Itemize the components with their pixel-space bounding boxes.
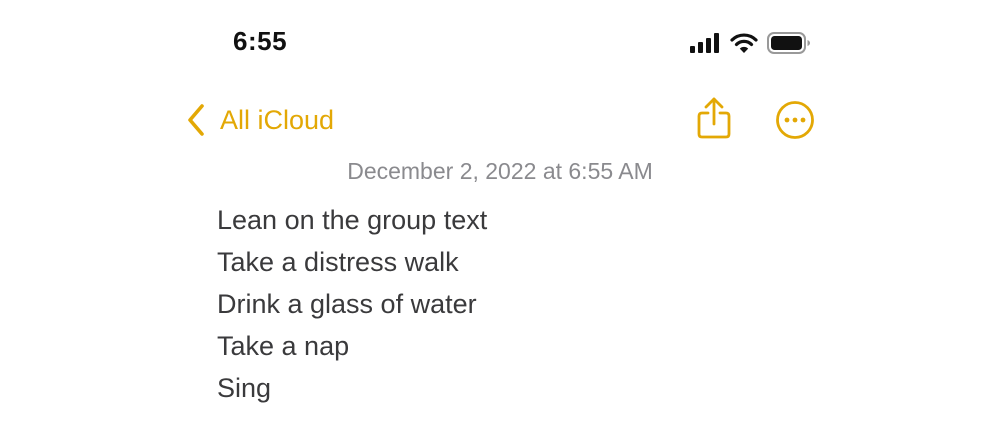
battery-icon [767, 32, 810, 54]
share-icon [697, 97, 731, 139]
status-icons [690, 30, 811, 56]
back-button[interactable]: All iCloud [186, 100, 334, 140]
note-line[interactable]: Lean on the group text [217, 199, 487, 241]
note-line[interactable]: Drink a glass of water [217, 283, 487, 325]
cellular-signal-icon [690, 33, 719, 53]
more-button[interactable] [775, 100, 815, 140]
note-date: December 2, 2022 at 6:55 AM [347, 158, 653, 184]
share-button[interactable] [696, 96, 732, 140]
back-button-label: All iCloud [220, 104, 335, 135]
wifi-icon [730, 32, 758, 53]
status-time: 6:55 [233, 26, 288, 56]
note-body[interactable]: Lean on the group text Take a distress w… [217, 199, 487, 409]
chevron-left-icon [188, 104, 204, 136]
note-line[interactable]: Sing [217, 367, 487, 409]
note-line[interactable]: Take a nap [217, 325, 487, 367]
ellipsis-circle-icon [776, 101, 814, 139]
note-line[interactable]: Take a distress walk [217, 241, 487, 283]
